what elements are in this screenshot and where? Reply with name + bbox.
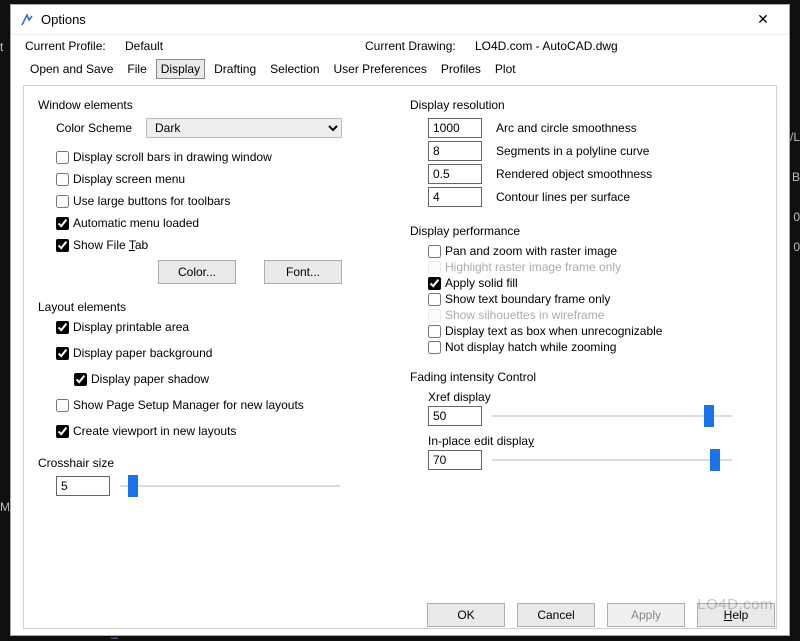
- label-large-buttons: Use large buttons for toolbars: [73, 194, 230, 208]
- label-paper-background: Display paper background: [73, 346, 212, 360]
- checkbox-auto-menu[interactable]: [56, 217, 69, 230]
- display-panel: Window elements Color Scheme Dark Displa…: [23, 85, 777, 629]
- label-highlight-frame: Highlight raster image frame only: [445, 260, 621, 274]
- checkbox-paper-background[interactable]: [56, 347, 69, 360]
- checkbox-create-viewport[interactable]: [56, 425, 69, 438]
- tab-profiles[interactable]: Profiles: [436, 59, 486, 79]
- checkbox-highlight-frame: [428, 261, 441, 274]
- checkbox-paper-shadow[interactable]: [74, 373, 87, 386]
- arc-smoothness-label: Arc and circle smoothness: [496, 121, 637, 135]
- tab-drafting[interactable]: Drafting: [209, 59, 261, 79]
- checkbox-solid-fill[interactable]: [428, 277, 441, 290]
- tab-plot[interactable]: Plot: [490, 59, 521, 79]
- label-screen-menu: Display screen menu: [73, 172, 185, 186]
- contour-lines-input[interactable]: [428, 187, 482, 207]
- color-button[interactable]: Color...: [158, 260, 236, 284]
- label-no-hatch-zoom: Not display hatch while zooming: [445, 340, 616, 354]
- label-auto-menu: Automatic menu loaded: [73, 216, 199, 230]
- fading-title: Fading intensity Control: [410, 370, 762, 384]
- current-drawing-label: Current Drawing:: [365, 39, 475, 53]
- checkbox-file-tab[interactable]: [56, 239, 69, 252]
- profile-row: Current Profile: Default Current Drawing…: [11, 35, 789, 57]
- right-column: Display resolution Arc and circle smooth…: [410, 94, 762, 620]
- label-silhouettes: Show silhouettes in wireframe: [445, 308, 604, 322]
- checkbox-text-as-box[interactable]: [428, 325, 441, 338]
- tab-display[interactable]: Display: [156, 59, 205, 79]
- current-profile-label: Current Profile:: [25, 39, 125, 53]
- close-button[interactable]: ✕: [745, 11, 781, 28]
- color-scheme-label: Color Scheme: [56, 121, 146, 135]
- label-create-viewport: Create viewport in new layouts: [73, 424, 236, 438]
- label-pan-zoom-raster: Pan and zoom with raster image: [445, 244, 617, 258]
- tab-user-preferences[interactable]: User Preferences: [329, 59, 432, 79]
- checkbox-text-boundary[interactable]: [428, 293, 441, 306]
- tab-bar: Open and Save File Display Drafting Sele…: [11, 57, 789, 79]
- segments-input[interactable]: [428, 141, 482, 161]
- titlebar: Options ✕: [11, 5, 789, 35]
- xref-display-label: Xref display: [410, 390, 762, 404]
- xref-display-slider[interactable]: [492, 406, 732, 426]
- inplace-edit-slider[interactable]: [492, 450, 732, 470]
- checkbox-scroll-bars[interactable]: [56, 151, 69, 164]
- options-dialog: Options ✕ Current Profile: Default Curre…: [10, 4, 790, 636]
- label-page-setup-manager: Show Page Setup Manager for new layouts: [73, 398, 304, 412]
- tab-open-save[interactable]: Open and Save: [25, 59, 118, 79]
- checkbox-large-buttons[interactable]: [56, 195, 69, 208]
- font-button[interactable]: Font...: [264, 260, 342, 284]
- ok-button[interactable]: OK: [427, 603, 505, 627]
- cancel-button[interactable]: Cancel: [517, 603, 595, 627]
- tab-file[interactable]: File: [122, 59, 151, 79]
- display-resolution-title: Display resolution: [410, 98, 762, 112]
- contour-lines-label: Contour lines per surface: [496, 190, 630, 204]
- rendered-smoothness-input[interactable]: [428, 164, 482, 184]
- apply-button[interactable]: Apply: [607, 603, 685, 627]
- display-performance-title: Display performance: [410, 224, 762, 238]
- checkbox-page-setup-manager[interactable]: [56, 399, 69, 412]
- inplace-edit-input[interactable]: [428, 450, 482, 470]
- label-solid-fill: Apply solid fill: [445, 276, 518, 290]
- arc-smoothness-input[interactable]: [428, 118, 482, 138]
- checkbox-pan-zoom-raster[interactable]: [428, 245, 441, 258]
- window-elements-title: Window elements: [38, 98, 390, 112]
- segments-label: Segments in a polyline curve: [496, 144, 649, 158]
- checkbox-no-hatch-zoom[interactable]: [428, 341, 441, 354]
- crosshair-title: Crosshair size: [38, 456, 390, 470]
- rendered-smoothness-label: Rendered object smoothness: [496, 167, 652, 181]
- checkbox-printable-area[interactable]: [56, 321, 69, 334]
- crosshair-size-input[interactable]: [56, 476, 110, 496]
- crosshair-slider[interactable]: [120, 476, 340, 496]
- tab-selection[interactable]: Selection: [265, 59, 324, 79]
- checkbox-screen-menu[interactable]: [56, 173, 69, 186]
- current-drawing-value: LO4D.com - AutoCAD.dwg: [475, 39, 618, 53]
- window-title: Options: [35, 12, 86, 27]
- current-profile-value: Default: [125, 39, 365, 53]
- dialog-footer: OK Cancel Apply Help: [427, 603, 775, 627]
- label-printable-area: Display printable area: [73, 320, 189, 334]
- inplace-edit-label: In-place edit display: [410, 434, 762, 448]
- checkbox-silhouettes: [428, 309, 441, 322]
- app-icon: [19, 12, 35, 28]
- left-column: Window elements Color Scheme Dark Displa…: [38, 94, 390, 620]
- label-text-boundary: Show text boundary frame only: [445, 292, 610, 306]
- help-button[interactable]: Help: [697, 603, 775, 627]
- color-scheme-select[interactable]: Dark: [146, 118, 342, 138]
- label-scroll-bars: Display scroll bars in drawing window: [73, 150, 272, 164]
- layout-elements-title: Layout elements: [38, 300, 390, 314]
- xref-display-input[interactable]: [428, 406, 482, 426]
- label-paper-shadow: Display paper shadow: [91, 372, 209, 386]
- label-text-as-box: Display text as box when unrecognizable: [445, 324, 662, 338]
- label-file-tab: Show File Tab: [73, 238, 148, 252]
